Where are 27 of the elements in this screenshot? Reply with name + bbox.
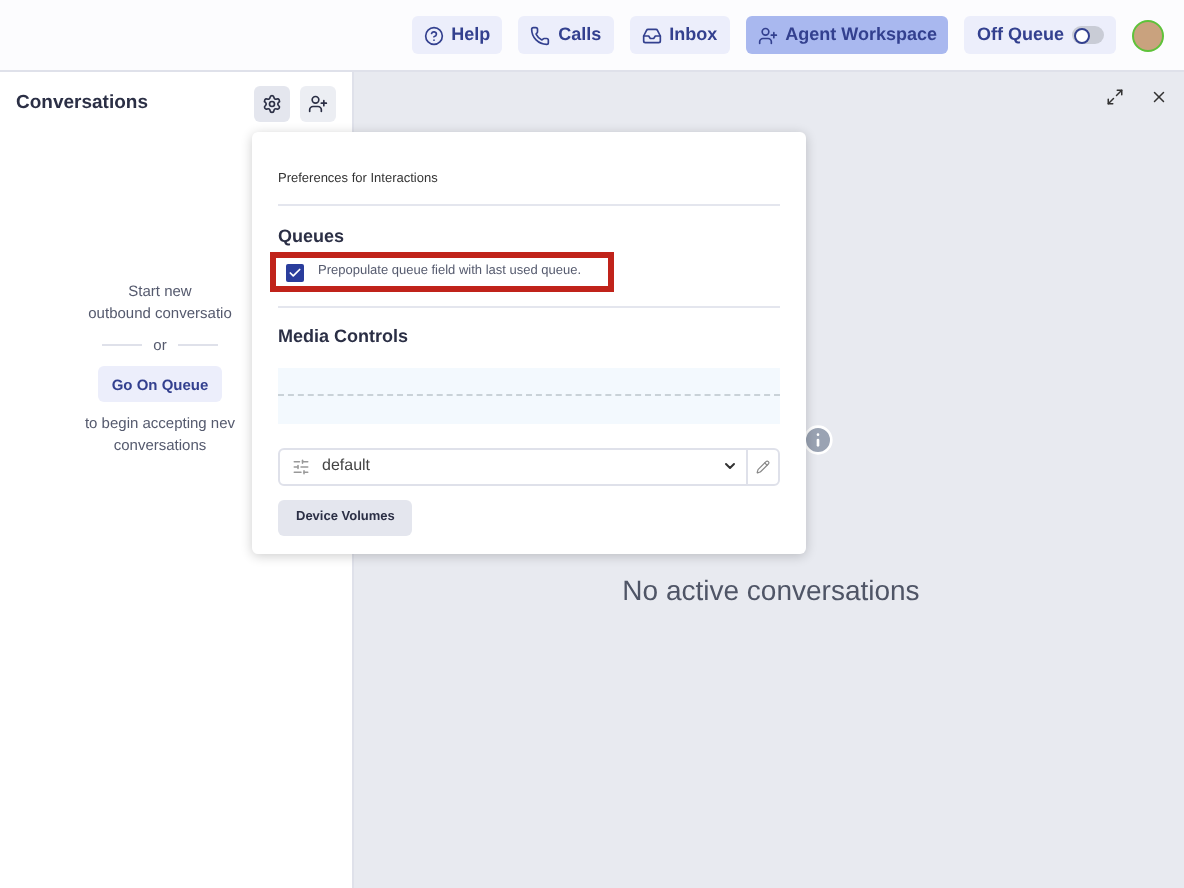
nav-button[interactable]: Agent Workspace [745, 16, 949, 54]
panel-title: Conversations [16, 89, 148, 118]
queue-status-label: Off Queue [976, 21, 1064, 48]
section-heading: Media Controls [278, 324, 411, 351]
settings-icon [262, 94, 282, 114]
checkbox[interactable] [286, 263, 304, 282]
dropdown-caret-icon [722, 458, 738, 475]
nav-button[interactable]: Inbox [629, 16, 730, 54]
user-plus-icon [308, 94, 328, 114]
nav-button[interactable]: Help [411, 16, 503, 54]
add-user-button[interactable] [300, 86, 336, 122]
inbox-icon [641, 25, 662, 45]
close-icon[interactable] [1150, 88, 1168, 106]
select-value: default [322, 454, 371, 479]
expand-icon[interactable] [1106, 88, 1124, 106]
settings-button[interactable] [254, 86, 290, 122]
sliders-icon [292, 457, 310, 476]
phone-icon [530, 25, 551, 45]
empty-workspace-text: No active conversations [620, 572, 920, 610]
user-plus-icon [757, 25, 778, 45]
help-icon [423, 25, 444, 45]
queue-toggle[interactable] [1072, 26, 1104, 44]
section-heading: Queues [278, 223, 347, 250]
pencil-icon[interactable] [756, 459, 770, 474]
queue-status-control[interactable]: Off Queue [964, 16, 1116, 54]
nav-button[interactable]: Calls [518, 16, 614, 54]
device-select[interactable]: default [278, 447, 780, 486]
